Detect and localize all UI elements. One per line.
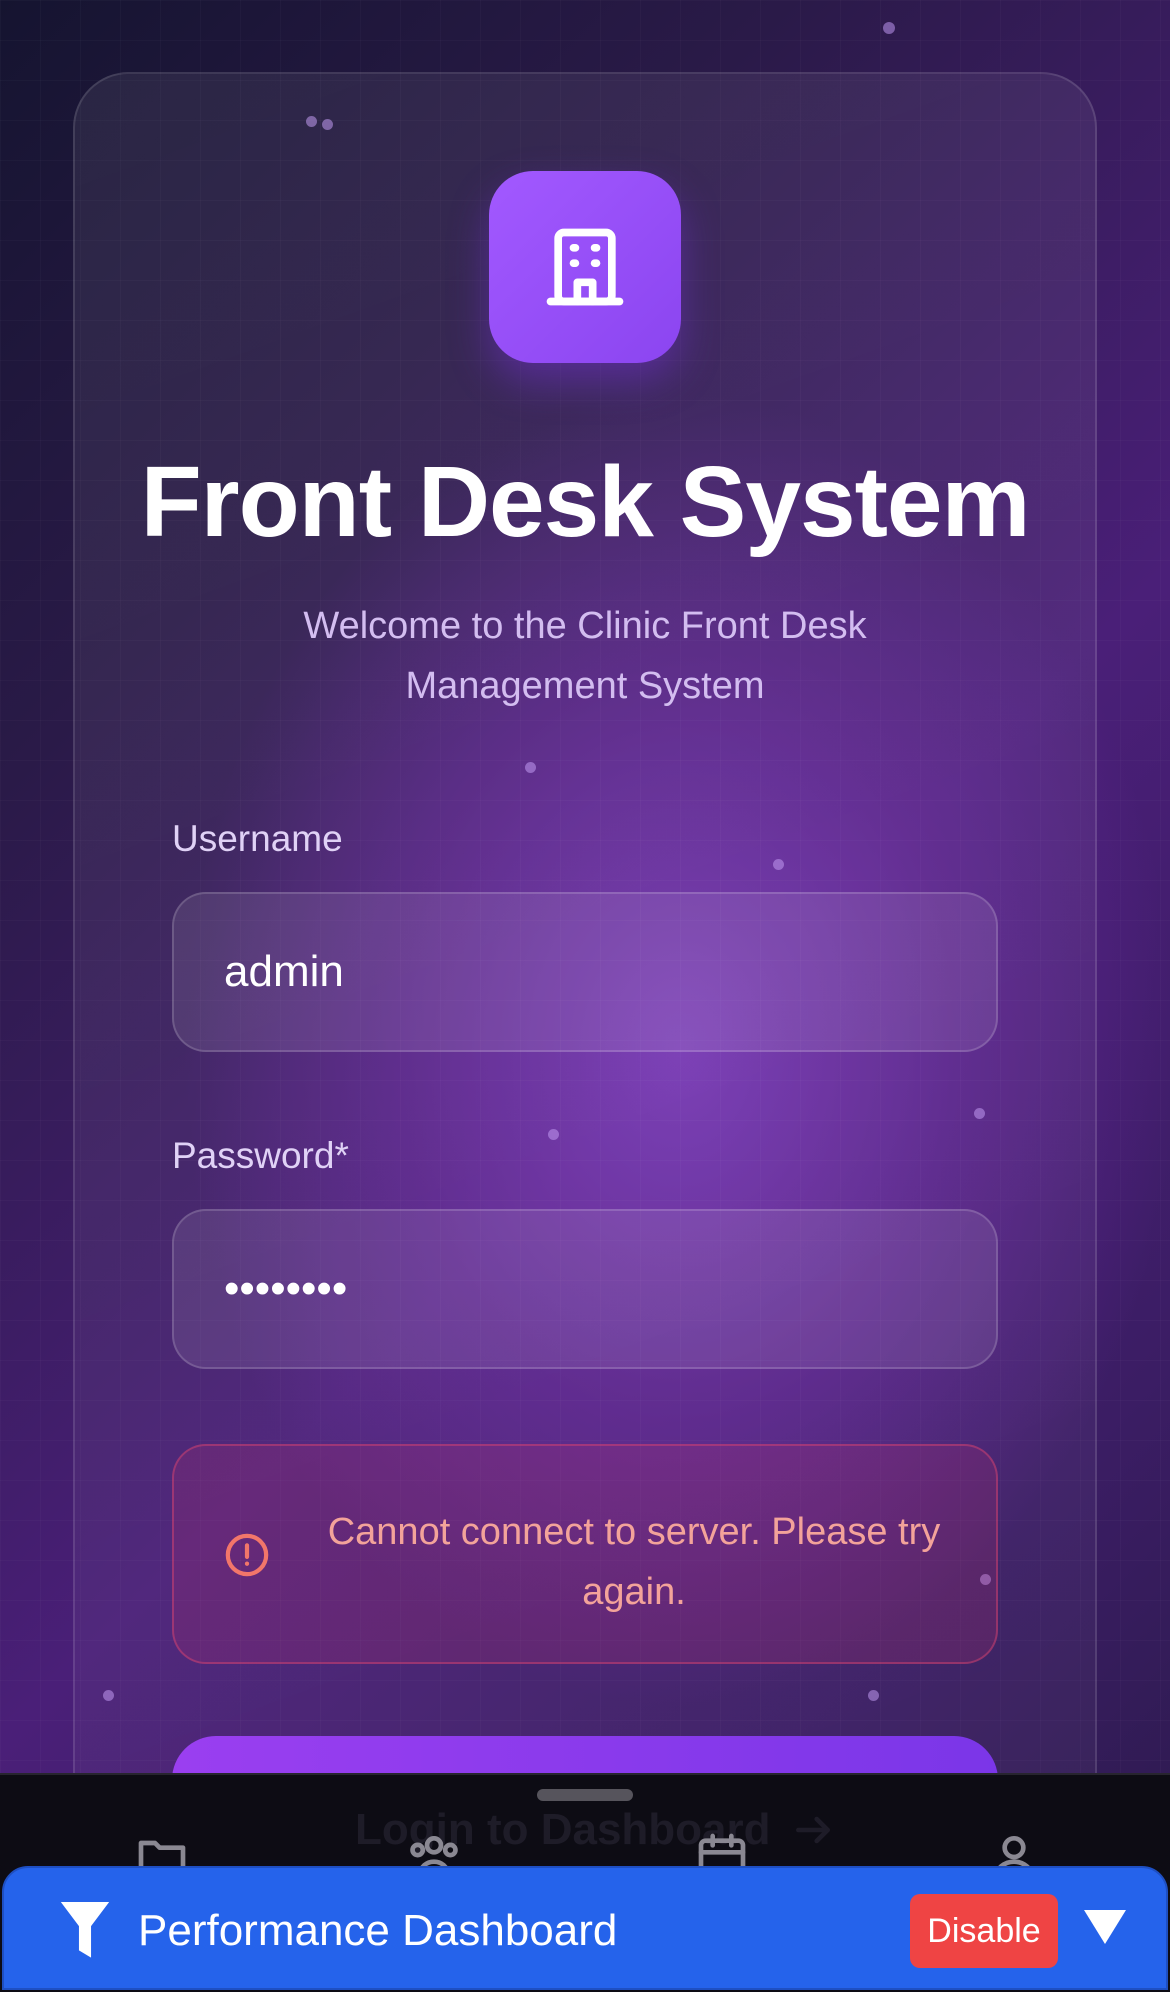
- building-icon: [546, 228, 624, 306]
- username-label: Username: [172, 818, 343, 859]
- page-title: Front Desk System: [140, 446, 1031, 558]
- arrow-right-icon: [795, 1816, 830, 1844]
- triangle-down-icon[interactable]: [1084, 1910, 1126, 1946]
- funnel-icon: [60, 1902, 110, 1958]
- performance-dashboard-bar: Performance Dashboard Disable: [2, 1866, 1168, 1990]
- particle: [883, 22, 895, 34]
- performance-dashboard-title: Performance Dashboard: [138, 1906, 618, 1955]
- error-alert: Cannot connect to server. Please try aga…: [172, 1444, 998, 1664]
- alert-circle-icon: [225, 1533, 269, 1577]
- username-input[interactable]: [172, 892, 998, 1052]
- password-input[interactable]: [172, 1209, 998, 1369]
- drag-handle[interactable]: [537, 1789, 633, 1801]
- disable-button[interactable]: Disable: [910, 1894, 1058, 1968]
- page-subtitle: Welcome to the Clinic Front Desk Managem…: [303, 605, 867, 707]
- password-label: Password*: [172, 1135, 349, 1176]
- error-message: Cannot connect to server. Please try aga…: [327, 1511, 941, 1613]
- app-logo: [489, 171, 681, 363]
